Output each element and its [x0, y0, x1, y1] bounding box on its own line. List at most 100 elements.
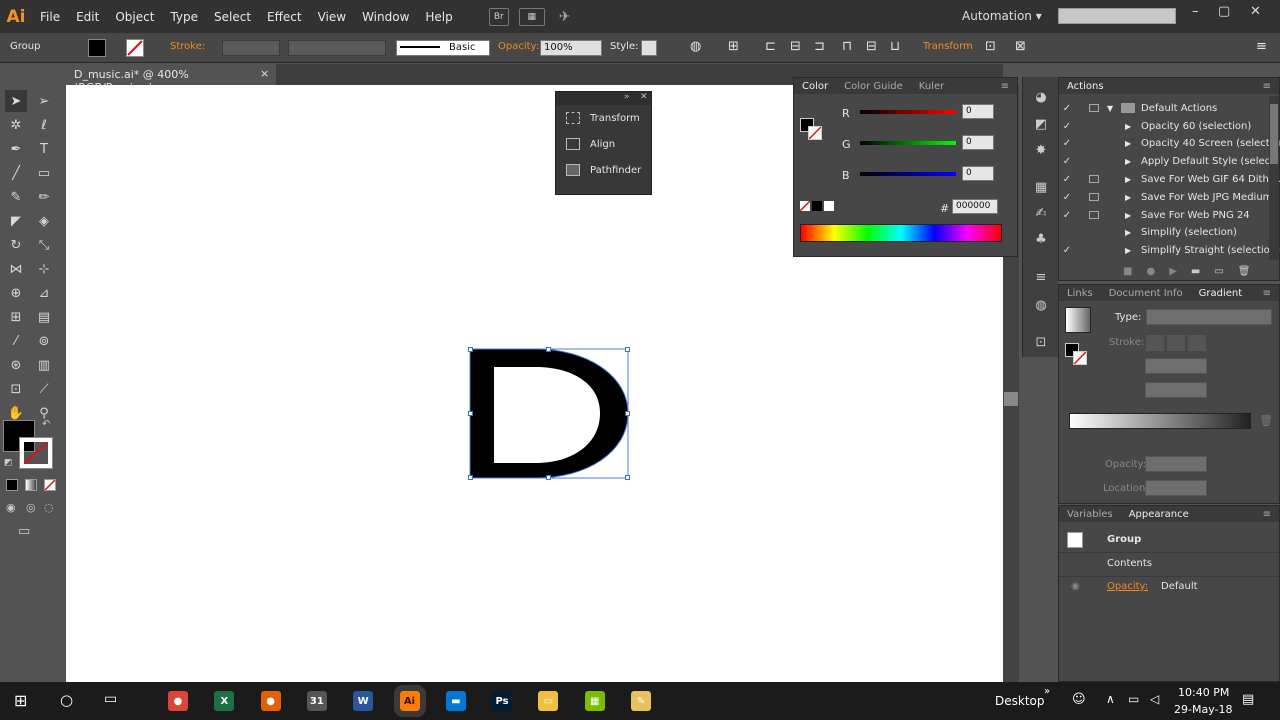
expand-triangle-icon[interactable]: ▶	[1125, 228, 1131, 237]
green-slider[interactable]	[860, 141, 956, 145]
pen-tool-icon[interactable]: ✒	[5, 138, 27, 160]
expand-triangle-icon[interactable]: ▶	[1125, 193, 1131, 202]
blend-tool-icon[interactable]: ⊚	[33, 330, 55, 352]
menu-file[interactable]: File	[32, 10, 68, 24]
default-colors-icon[interactable]: ◩	[4, 458, 13, 468]
gradient-tool-icon[interactable]: ▤	[33, 306, 55, 328]
desktop-toolbar-label[interactable]: Desktop	[995, 694, 1045, 708]
black-color-button[interactable]	[812, 201, 822, 211]
gradient-mode-icon[interactable]	[25, 479, 37, 491]
menu-type[interactable]: Type	[162, 10, 206, 24]
letter-d-artwork[interactable]	[470, 349, 628, 478]
tab-gradient[interactable]: Gradient	[1191, 288, 1251, 299]
menu-view[interactable]: View	[310, 10, 354, 24]
eyedropper-tool-icon[interactable]: ⁄	[5, 330, 27, 352]
gradient-preview[interactable]	[1065, 307, 1091, 333]
people-icon[interactable]: ☺	[1072, 692, 1086, 707]
document-tab[interactable]: D_music.ai* @ 400% (RGB/Preview) ×	[66, 64, 276, 94]
workspace-switcher[interactable]: Automation ▾	[962, 9, 1042, 23]
blob-brush-tool-icon[interactable]: ◤	[5, 210, 27, 232]
stroke-label[interactable]: Stroke:	[170, 41, 205, 52]
align-left-icon[interactable]: ⊏	[765, 39, 776, 54]
hex-value-field[interactable]: 000000	[952, 199, 998, 214]
none-color-button[interactable]	[800, 201, 810, 211]
bounding-handle[interactable]	[625, 347, 630, 352]
graphic-style-swatch[interactable]	[641, 40, 657, 56]
rotate-tool-icon[interactable]: ↻	[5, 234, 27, 256]
check-icon[interactable]: ✓	[1059, 103, 1075, 114]
collapse-icon[interactable]: »	[624, 92, 630, 102]
expand-triangle-icon[interactable]: ▶	[1125, 211, 1131, 220]
menu-object[interactable]: Object	[107, 10, 162, 24]
tab-variables[interactable]: Variables	[1059, 509, 1121, 520]
action-center-icon[interactable]: ▤	[1242, 692, 1254, 707]
volume-icon[interactable]: ◁	[1150, 692, 1159, 706]
direct-selection-tool-icon[interactable]: ➢	[33, 90, 55, 112]
panel-item-align[interactable]: Align	[556, 131, 651, 157]
transparency-icon[interactable]: ◍	[1031, 295, 1051, 315]
free-transform-tool-icon[interactable]: ⊹	[33, 258, 55, 280]
bounding-handle[interactable]	[625, 475, 630, 480]
actions-scrollbar-thumb[interactable]	[1270, 104, 1278, 164]
paintbrush-tool-icon[interactable]: ✎	[5, 186, 27, 208]
new-set-icon[interactable]: ▬	[1191, 266, 1200, 277]
expand-triangle-icon[interactable]: ▶	[1125, 175, 1131, 184]
expand-triangle-icon[interactable]: ▶	[1125, 157, 1131, 166]
delete-stop-icon[interactable]: 🗑	[1259, 414, 1273, 427]
photoshop-taskbar-icon[interactable]: Ps	[492, 691, 513, 711]
word-taskbar-icon[interactable]: W	[353, 691, 374, 711]
play-icon[interactable]: ▶	[1169, 266, 1177, 277]
stroke-gradient-option[interactable]	[1188, 335, 1206, 351]
rectangle-tool-icon[interactable]: ▭	[33, 162, 55, 184]
scale-tool-icon[interactable]: ⤡	[33, 234, 55, 256]
swatches-icon[interactable]: ▦	[1031, 177, 1051, 197]
magic-wand-tool-icon[interactable]: ✲	[5, 114, 27, 136]
graphic-styles-icon[interactable]: ⊡	[1031, 332, 1051, 352]
eraser-tool-icon[interactable]: ◈	[33, 210, 55, 232]
align-bottom-icon[interactable]: ⊔	[890, 39, 900, 54]
appearance-opacity-link[interactable]: Opacity:	[1107, 581, 1148, 592]
cortana-icon[interactable]: ○	[60, 691, 73, 709]
tab-links[interactable]: Links	[1059, 288, 1101, 299]
tab-document-info[interactable]: Document Info	[1101, 288, 1191, 299]
paint-taskbar-icon[interactable]: ✎	[631, 691, 651, 711]
panel-menu-icon[interactable]: ≡	[1255, 81, 1279, 92]
stop-icon[interactable]: ■	[1123, 266, 1132, 277]
red-value-field[interactable]: 0	[962, 104, 994, 119]
align-center-icon[interactable]: ⊟	[790, 39, 801, 54]
screen-mode-icon[interactable]: ▭	[18, 524, 30, 539]
stroke-gradient-option[interactable]	[1146, 335, 1164, 351]
pencil-tool-icon[interactable]: ✏	[33, 186, 55, 208]
color-panel-icon[interactable]: ◕	[1031, 87, 1051, 107]
line-tool-icon[interactable]: ╱	[5, 162, 27, 184]
record-icon[interactable]: ●	[1146, 266, 1155, 277]
check-icon[interactable]: ✓	[1059, 174, 1075, 185]
windows-start-icon[interactable]: ⊞	[14, 691, 27, 710]
help-search-input[interactable]	[1058, 8, 1176, 24]
angle-field[interactable]	[1145, 358, 1207, 374]
action-row[interactable]: ✓ ▶ Save For Web PNG 24	[1059, 206, 1269, 224]
expand-triangle-icon[interactable]: ▶	[1125, 139, 1131, 148]
menu-window[interactable]: Window	[354, 10, 417, 24]
tab-actions[interactable]: Actions	[1059, 81, 1112, 92]
actions-scrollbar[interactable]	[1269, 96, 1279, 260]
draw-normal-icon[interactable]: ◉	[6, 501, 16, 514]
chrome-taskbar-icon[interactable]: ●	[168, 691, 188, 711]
draw-inside-icon[interactable]: ◌	[44, 501, 54, 514]
bounding-handle[interactable]	[546, 475, 551, 480]
show-hidden-icons-icon[interactable]: ∧	[1106, 692, 1115, 706]
calendar-taskbar-icon[interactable]: 31	[306, 691, 327, 711]
blue-value-field[interactable]: 0	[962, 166, 994, 181]
appearance-contents[interactable]: Contents	[1107, 558, 1152, 569]
brush-definition-dropdown[interactable]: Basic	[396, 40, 490, 56]
network-icon[interactable]: ▭	[1128, 692, 1139, 706]
none-mode-icon[interactable]	[44, 479, 56, 491]
arrange-icon[interactable]: ⊠	[1015, 39, 1026, 54]
gpu-performance-icon[interactable]: ✈	[559, 9, 571, 25]
control-menu-icon[interactable]: ≡	[1256, 39, 1267, 54]
transform-link[interactable]: Transform	[923, 41, 973, 52]
check-icon[interactable]: ✓	[1059, 138, 1075, 149]
stroke-color-box[interactable]	[19, 437, 53, 469]
action-row[interactable]: ✓ ▶ Opacity 60 (selection)	[1059, 117, 1269, 135]
align-middle-icon[interactable]: ⊟	[866, 39, 877, 54]
